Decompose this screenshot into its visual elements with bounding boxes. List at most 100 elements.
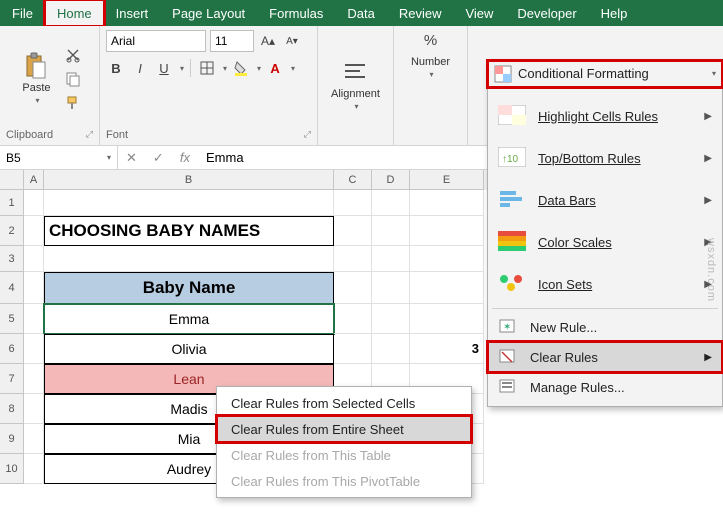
font-group-label: Font — [106, 129, 128, 141]
cell[interactable] — [372, 334, 410, 364]
menu-review[interactable]: Review — [387, 0, 454, 26]
cell[interactable] — [24, 334, 44, 364]
cell[interactable] — [410, 272, 484, 304]
cell[interactable] — [334, 190, 372, 216]
cell[interactable] — [44, 190, 334, 216]
col-header[interactable]: D — [372, 170, 410, 190]
row-header[interactable]: 8 — [0, 394, 24, 424]
cell[interactable]: 3 — [410, 334, 484, 364]
font-size-select[interactable] — [210, 30, 254, 52]
cell[interactable] — [410, 304, 484, 334]
name-cell[interactable]: Emma — [44, 304, 334, 334]
cell[interactable] — [372, 190, 410, 216]
cell[interactable] — [410, 216, 484, 246]
borders-button[interactable] — [197, 58, 217, 78]
chevron-down-icon: ▾ — [107, 153, 111, 162]
row-header[interactable]: 2 — [0, 216, 24, 246]
menu-home[interactable]: Home — [45, 0, 104, 26]
format-painter-button[interactable] — [63, 93, 83, 113]
col-header[interactable]: C — [334, 170, 372, 190]
cell[interactable] — [24, 454, 44, 484]
cell[interactable] — [334, 334, 372, 364]
cell[interactable] — [334, 216, 372, 246]
row-header[interactable]: 6 — [0, 334, 24, 364]
menu-file[interactable]: File — [0, 0, 45, 26]
baby-name-header[interactable]: Baby Name — [44, 272, 334, 304]
svg-text:↑10: ↑10 — [502, 154, 519, 165]
cell[interactable] — [372, 216, 410, 246]
clear-entire-sheet[interactable]: Clear Rules from Entire Sheet — [217, 416, 471, 442]
cut-button[interactable] — [63, 45, 83, 65]
font-name-select[interactable] — [106, 30, 206, 52]
increase-font-button[interactable]: A▴ — [258, 31, 278, 51]
row-header[interactable]: 9 — [0, 424, 24, 454]
fx-icon[interactable]: fx — [180, 150, 190, 165]
row-header[interactable]: 3 — [0, 246, 24, 272]
bold-button[interactable]: B — [106, 58, 126, 78]
clear-selected-cells[interactable]: Clear Rules from Selected Cells — [217, 390, 471, 416]
menu-insert[interactable]: Insert — [104, 0, 161, 26]
row-header[interactable]: 7 — [0, 364, 24, 394]
col-header[interactable]: E — [410, 170, 484, 190]
cf-color-scales[interactable]: Color Scales ▶ — [488, 221, 722, 263]
cell[interactable] — [410, 190, 484, 216]
cf-highlight-cells[interactable]: Highlight Cells Rules ▶ — [488, 95, 722, 137]
cell[interactable] — [24, 272, 44, 304]
menu-help[interactable]: Help — [589, 0, 640, 26]
fill-color-button[interactable] — [231, 58, 251, 78]
cell[interactable] — [24, 424, 44, 454]
copy-button[interactable] — [63, 69, 83, 89]
cell[interactable] — [334, 272, 372, 304]
cell[interactable] — [44, 246, 334, 272]
select-all-corner[interactable] — [0, 170, 24, 190]
number-button[interactable]: Number ▾ — [405, 52, 456, 83]
cell[interactable] — [372, 272, 410, 304]
paste-button[interactable]: Paste ▾ — [16, 48, 56, 109]
col-header[interactable]: A — [24, 170, 44, 190]
title-cell[interactable]: CHOOSING BABY NAMES — [44, 216, 334, 246]
row-header[interactable]: 5 — [0, 304, 24, 334]
row-header[interactable]: 10 — [0, 454, 24, 484]
cf-top-bottom[interactable]: ↑10 Top/Bottom Rules ▶ — [488, 137, 722, 179]
dialog-launcher-icon[interactable]: ⤢ — [86, 129, 93, 141]
cell[interactable] — [372, 304, 410, 334]
name-cell[interactable]: Olivia — [44, 334, 334, 364]
alignment-label: Alignment — [331, 88, 380, 100]
row-header[interactable]: 1 — [0, 190, 24, 216]
decrease-font-button[interactable]: A▾ — [282, 31, 302, 51]
underline-button[interactable]: U — [154, 58, 174, 78]
cf-clear-rules[interactable]: Clear Rules ▶ — [488, 342, 722, 372]
menu-developer[interactable]: Developer — [505, 0, 588, 26]
enter-icon[interactable]: ✓ — [153, 150, 164, 166]
cell[interactable] — [24, 246, 44, 272]
cancel-icon[interactable]: ✕ — [126, 150, 137, 166]
cf-manage-rules[interactable]: Manage Rules... — [488, 372, 722, 402]
cell[interactable] — [410, 246, 484, 272]
row-header[interactable]: 4 — [0, 272, 24, 304]
menu-view[interactable]: View — [453, 0, 505, 26]
cell[interactable] — [372, 246, 410, 272]
font-color-button[interactable]: A — [265, 58, 285, 78]
cf-new-rule[interactable]: ✶ New Rule... — [488, 312, 722, 342]
conditional-formatting-button[interactable]: Conditional Formatting ▾ — [488, 61, 722, 87]
menu-page-layout[interactable]: Page Layout — [160, 0, 257, 26]
cell[interactable] — [334, 304, 372, 334]
cell[interactable] — [24, 304, 44, 334]
cell[interactable] — [24, 364, 44, 394]
cell[interactable] — [24, 216, 44, 246]
dialog-launcher-icon[interactable]: ⤢ — [304, 129, 311, 141]
cell[interactable] — [24, 394, 44, 424]
cf-data-bars[interactable]: Data Bars ▶ — [488, 179, 722, 221]
percent-button[interactable]: % — [421, 30, 441, 50]
italic-button[interactable]: I — [130, 58, 150, 78]
cell[interactable] — [334, 246, 372, 272]
cell[interactable] — [24, 190, 44, 216]
menu-data[interactable]: Data — [335, 0, 386, 26]
name-box[interactable]: B5 ▾ — [0, 146, 118, 169]
menu-formulas[interactable]: Formulas — [257, 0, 335, 26]
clear-this-table: Clear Rules from This Table — [217, 442, 471, 468]
cf-icon-sets[interactable]: Icon Sets ▶ — [488, 263, 722, 305]
col-header[interactable]: B — [44, 170, 334, 190]
clipboard-label: Clipboard — [6, 129, 53, 141]
alignment-button[interactable]: Alignment ▾ — [325, 54, 386, 115]
